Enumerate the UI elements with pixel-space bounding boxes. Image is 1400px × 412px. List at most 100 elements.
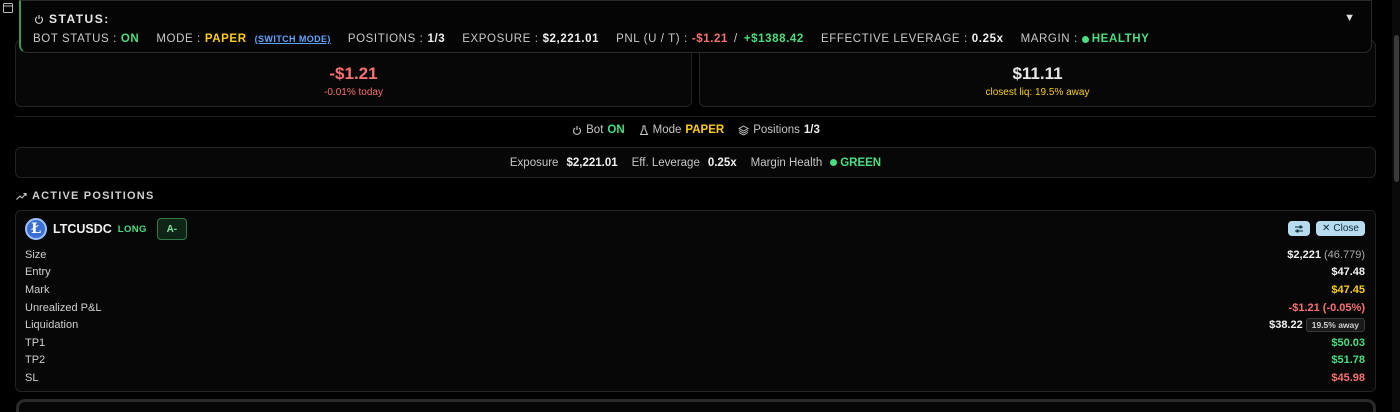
tp1-label: TP1 <box>25 336 46 349</box>
tp2-value: $51.78 <box>1331 354 1365 367</box>
mode-status-value: PAPER <box>204 33 247 45</box>
mode-value: PAPER <box>685 124 725 136</box>
bot-status-label: BOT STATUS : <box>33 33 117 45</box>
scrollbar-thumb[interactable] <box>1394 35 1399 182</box>
margin-metric-value: $11.11 <box>1012 64 1063 83</box>
detail-row-size: Size $2,221 (46.779) <box>25 246 1365 264</box>
active-positions-label: ACTIVE POSITIONS <box>32 190 155 202</box>
leverage-label: Eff. Leverage <box>631 156 700 169</box>
margin-metric-sub: closest liq: 19.5% away <box>985 87 1090 98</box>
margin-health-value: GREEN <box>840 156 882 169</box>
positions-value: 1/3 <box>803 124 820 136</box>
margin-health-label: Margin Health <box>750 156 823 169</box>
mark-value: $47.45 <box>1331 283 1365 296</box>
power-icon <box>573 126 582 135</box>
status-title-text: STATUS: <box>49 12 110 26</box>
pnl-unrealized-value: -$1.21 <box>691 33 729 45</box>
status-dot-icon <box>830 159 838 166</box>
positions-status-label: POSITIONS : <box>347 33 424 45</box>
close-position-button[interactable]: ✕ Close <box>1316 221 1365 236</box>
position-details: Size $2,221 (46.779) Entry $47.48 Mark $… <box>25 246 1365 387</box>
liquidation-distance-badge: 19.5% away <box>1305 318 1365 333</box>
power-icon <box>34 15 44 24</box>
detail-row-unrealized-pnl: Unrealized P&L -$1.21 (-0.05%) <box>25 299 1365 317</box>
pnl-total-value: +$1388.42 <box>743 33 804 45</box>
tp2-label: TP2 <box>25 354 46 367</box>
mode-label: Mode <box>652 124 682 136</box>
exposure-label: Exposure <box>509 156 559 169</box>
pnl-separator: / <box>734 33 738 45</box>
position-card: Ł LTCUSDC LONG A- ✕ Close Size $2,221 (4… <box>15 210 1376 392</box>
liquidation-value: $38.22 <box>1269 319 1303 332</box>
exposure-status: EXPOSURE : $2,221.01 <box>462 33 599 45</box>
leverage-status-label: EFFECTIVE LEVERAGE : <box>820 33 968 45</box>
bot-status: BOT STATUS : ON <box>33 33 139 45</box>
bot-summary-line: Bot ON Mode PAPER Positions 1/3 <box>0 124 1392 136</box>
mode-summary: Mode PAPER <box>639 124 725 136</box>
size-label: Size <box>25 248 47 261</box>
mode-status-label: MODE : <box>156 33 201 45</box>
leverage-value: 0.25x <box>707 156 737 169</box>
adjust-button[interactable] <box>1288 221 1311 236</box>
exposure-status-value: $2,221.01 <box>542 33 600 45</box>
bot-value: ON <box>607 124 625 136</box>
mark-label: Mark <box>25 283 50 296</box>
collapse-toggle-icon[interactable]: ▼ <box>1344 12 1355 24</box>
leverage-status-value: 0.25x <box>971 33 1004 45</box>
entry-label: Entry <box>25 266 51 279</box>
margin-status: MARGIN : HEALTHY <box>1021 33 1150 45</box>
close-icon: ✕ <box>1322 223 1331 234</box>
status-row: BOT STATUS : ON MODE : PAPER (SWITCH MOD… <box>33 33 1166 45</box>
detail-row-tp2: TP2 $51.78 <box>25 352 1365 370</box>
position-header: Ł LTCUSDC LONG A- <box>25 218 187 240</box>
unrealized-pnl-label: Unrealized P&L <box>25 301 102 314</box>
close-label: Close <box>1333 223 1359 234</box>
detail-row-tp1: TP1 $50.03 <box>25 334 1365 352</box>
position-grade-badge: A- <box>156 218 187 240</box>
positions-summary: Positions 1/3 <box>738 124 820 136</box>
scrollbar[interactable] <box>1392 0 1400 412</box>
detail-row-entry: Entry $47.48 <box>25 264 1365 282</box>
trending-up-icon <box>16 192 27 200</box>
layers-icon <box>738 124 750 136</box>
status-banner: STATUS: BOT STATUS : ON MODE : PAPER (SW… <box>19 0 1372 53</box>
next-card <box>16 399 1376 412</box>
tp1-value: $50.03 <box>1331 336 1365 349</box>
bot-summary: Bot ON <box>572 124 625 136</box>
window-icon <box>3 3 13 13</box>
pnl-status: PNL (U / T) : -$1.21 / +$1388.42 <box>616 33 804 45</box>
margin-health: GREEN <box>830 157 881 169</box>
sl-value: $45.98 <box>1331 371 1365 384</box>
position-actions: ✕ Close <box>1288 221 1365 236</box>
exposure-card: Exposure $2,221.01 Eff. Leverage 0.25x M… <box>15 147 1376 178</box>
mode-status: MODE : PAPER (SWITCH MODE) <box>156 33 330 45</box>
size-quantity: (46.779) <box>1324 248 1365 261</box>
active-positions-title: ACTIVE POSITIONS <box>16 190 155 202</box>
pnl-status-label: PNL (U / T) : <box>616 33 688 45</box>
liquidation-value-group: $38.22 19.5% away <box>1269 318 1365 333</box>
margin-status-value: HEALTHY <box>1091 33 1150 45</box>
pnl-metric-sub: -0.01% today <box>324 87 383 98</box>
switch-mode-link[interactable]: (SWITCH MODE) <box>255 34 331 44</box>
flask-icon <box>639 125 648 135</box>
liquidation-label: Liquidation <box>25 319 79 332</box>
positions-label: Positions <box>753 124 800 136</box>
detail-row-liquidation: Liquidation $38.22 19.5% away <box>25 316 1365 334</box>
size-value: $2,221 <box>1287 248 1321 261</box>
sl-label: SL <box>25 371 39 384</box>
size-value-group: $2,221 (46.779) <box>1287 249 1365 261</box>
exposure-status-label: EXPOSURE : <box>462 33 539 45</box>
leverage-status: EFFECTIVE LEVERAGE : 0.25x <box>821 33 1004 45</box>
margin-status-label: MARGIN : <box>1020 33 1078 45</box>
positions-status: POSITIONS : 1/3 <box>348 33 445 45</box>
status-dot-icon <box>1081 35 1089 43</box>
exposure-value: $2,221.01 <box>566 156 618 169</box>
unrealized-pnl-value: -$1.21 (-0.05%) <box>1288 301 1365 314</box>
position-side-badge: LONG <box>117 223 147 235</box>
positions-status-value: 1/3 <box>427 33 446 45</box>
position-symbol: LTCUSDC <box>53 222 112 236</box>
status-title: STATUS: <box>34 12 110 26</box>
bot-status-value: ON <box>120 33 140 45</box>
entry-value: $47.48 <box>1331 266 1365 279</box>
sliders-icon <box>1295 225 1304 232</box>
